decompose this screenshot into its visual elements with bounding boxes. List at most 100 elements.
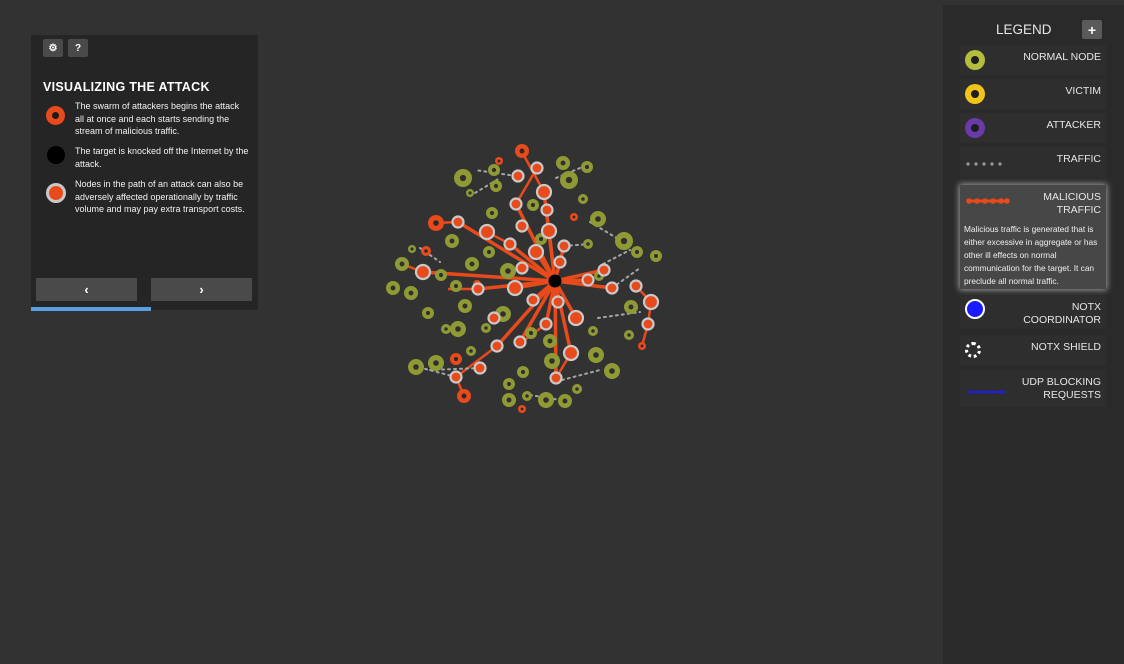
legend-item-victim[interactable]: VICTIM: [960, 79, 1106, 109]
normal-node-center: [399, 261, 405, 267]
legend-item-label: NOTX COORDINATOR: [1023, 301, 1101, 326]
affected-node: [506, 279, 524, 297]
notx-coordinator-icon: [965, 299, 985, 319]
attacker-node-center: [640, 344, 644, 348]
attacker-node-center: [497, 159, 501, 163]
normal-node-center: [627, 333, 631, 337]
affected-node: [515, 219, 529, 233]
legend-item-attacker[interactable]: ATTACKER: [960, 113, 1106, 143]
normal-node-center: [500, 311, 506, 317]
affected-node: [605, 281, 619, 295]
legend-item-label: TRAFFIC: [1056, 153, 1101, 165]
traffic-edge: [561, 369, 601, 381]
malicious-traffic-icon: [965, 193, 1011, 211]
normal-node-center: [560, 160, 566, 166]
normal-node-center: [547, 338, 553, 344]
normal-node-center: [620, 237, 628, 245]
normal-node-center: [584, 164, 590, 170]
normal-node-center: [525, 394, 529, 398]
affected-node: [642, 293, 660, 311]
legend-item-udp-blocking[interactable]: UDP BLOCKING REQUESTS: [960, 370, 1106, 407]
normal-node-center: [438, 272, 444, 278]
legend-add-button[interactable]: +: [1082, 20, 1102, 39]
affected-node: [629, 279, 643, 293]
affected-node: [473, 361, 487, 375]
legend-item-label: VICTIM: [1065, 85, 1101, 97]
legend-item-label: MALICIOUS TRAFFIC: [1043, 191, 1101, 216]
affected-node: [527, 243, 545, 261]
traffic-icon: [965, 156, 1007, 174]
normal-node-center: [469, 349, 473, 353]
legend-item-label: NORMAL NODE: [1023, 51, 1101, 63]
chevron-left-icon: ‹: [84, 282, 89, 297]
normal-node-center: [591, 329, 595, 333]
attacker-node-center: [461, 393, 467, 399]
normal-node-center: [520, 369, 526, 375]
attacker-icon: [965, 118, 985, 138]
plus-icon: +: [1087, 21, 1097, 38]
attacker-node-center: [424, 249, 428, 253]
next-button[interactable]: ›: [151, 278, 252, 301]
affected-node: [549, 371, 563, 385]
legend-item-traffic[interactable]: TRAFFIC: [960, 147, 1106, 177]
normal-node-center: [449, 238, 455, 244]
attacker-dot-icon: [46, 106, 65, 125]
legend-item-label: NOTX SHIELD: [1030, 341, 1101, 353]
help-button[interactable]: ?: [68, 39, 88, 57]
affected-node: [540, 222, 558, 240]
traffic-edge: [602, 249, 631, 265]
affected-node: [526, 293, 540, 307]
normal-node-center: [433, 360, 439, 366]
info-item-text: The swarm of attackers begins the attack…: [75, 101, 240, 137]
normal-node-center: [469, 261, 475, 267]
legend-item-notx-shield[interactable]: NOTX SHIELD: [960, 335, 1106, 365]
legend-item-normal-node[interactable]: NORMAL NODE: [960, 45, 1106, 75]
normal-node-center: [408, 290, 414, 296]
affected-node: [487, 311, 501, 325]
info-item-text: Nodes in the path of an attack can also …: [75, 179, 245, 215]
normal-node-center: [543, 397, 549, 403]
normal-node-center: [493, 183, 499, 189]
info-item-target: The target is knocked off the Internet b…: [43, 145, 249, 170]
prev-button[interactable]: ‹: [36, 278, 137, 301]
affected-node: [449, 370, 463, 384]
chevron-right-icon: ›: [199, 282, 204, 297]
affected-node: [641, 317, 655, 331]
normal-node-center: [538, 236, 544, 242]
normal-node-center: [505, 268, 511, 274]
affected-node: [553, 255, 567, 269]
normal-node-center: [628, 304, 634, 310]
normal-node-center: [506, 397, 512, 403]
affected-node: [535, 183, 553, 201]
affected-node: [557, 239, 571, 253]
normal-node-center: [581, 197, 585, 201]
normal-node-center: [453, 283, 459, 289]
progress-bar: [31, 307, 152, 311]
normal-node-center: [593, 352, 599, 358]
affected-node: [539, 317, 553, 331]
normal-node-center: [413, 364, 419, 370]
question-icon: ?: [74, 42, 82, 54]
info-item-text: The target is knocked off the Internet b…: [75, 146, 249, 169]
affected-node: [471, 282, 485, 296]
udp-blocking-icon: [965, 382, 1007, 400]
normal-node-center: [562, 398, 568, 404]
normal-node-center: [455, 326, 461, 332]
affected-node: [478, 223, 496, 241]
legend-item-notx-coordinator[interactable]: NOTX COORDINATOR: [960, 295, 1106, 329]
legend-item-label: ATTACKER: [1046, 119, 1101, 131]
normal-node-center: [489, 210, 495, 216]
legend-item-malicious-traffic[interactable]: MALICIOUS TRAFFIC Malicious traffic is g…: [960, 185, 1106, 289]
legend-panel: LEGEND + NORMAL NODE VICTIM ATTACKER TRA…: [943, 5, 1124, 664]
target-dot-icon: [47, 146, 65, 164]
normal-node-center: [634, 249, 640, 255]
settings-button[interactable]: ⚙: [43, 39, 63, 57]
affected-node: [414, 263, 432, 281]
notx-shield-icon: [965, 342, 981, 358]
affected-node: [513, 335, 527, 349]
normal-node-center: [575, 387, 579, 391]
affected-node: [451, 215, 465, 229]
panel-title: VISUALIZING THE ATTACK: [43, 80, 210, 94]
affected-node: [551, 295, 565, 309]
attacker-node-center: [520, 407, 524, 411]
